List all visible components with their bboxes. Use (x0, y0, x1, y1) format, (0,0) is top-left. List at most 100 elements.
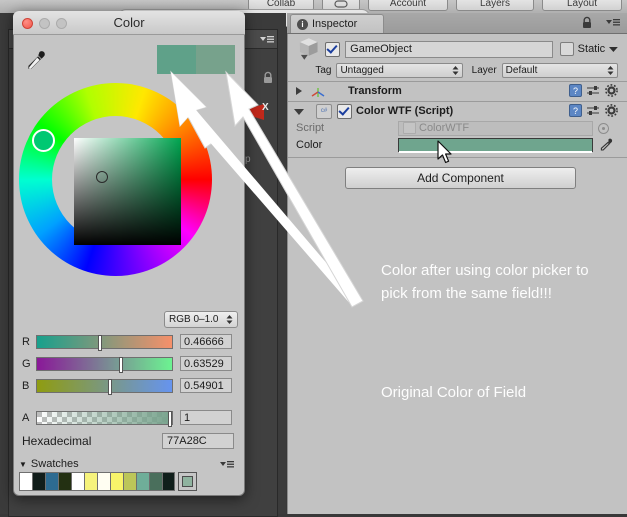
cloud-icon (334, 0, 348, 8)
help-icon[interactable]: ? (569, 84, 582, 97)
component-enabled-checkbox[interactable] (337, 103, 352, 119)
eyedropper-tool-icon[interactable] (25, 50, 47, 72)
eyedropper-icon[interactable] (599, 138, 613, 152)
swatches-label: Swatches (30, 458, 79, 470)
chevron-right-icon[interactable] (292, 86, 306, 96)
swatch-item[interactable] (84, 472, 97, 491)
component-header-colorwtf[interactable]: c# Color WTF (Script) ? (292, 102, 622, 120)
slider-knob-g[interactable] (119, 356, 124, 373)
swatches-header[interactable]: ▼ Swatches (19, 457, 235, 471)
color-preview-new[interactable] (157, 45, 196, 74)
slider-knob-r[interactable] (97, 334, 102, 351)
layers-button[interactable]: Layers (456, 0, 534, 11)
slider-value-a[interactable]: 1 (180, 410, 232, 425)
swatch-item[interactable] (32, 472, 45, 491)
color-preview[interactable] (157, 45, 235, 74)
swatch-item[interactable] (97, 472, 110, 491)
svg-text:?: ? (573, 86, 578, 96)
slider-row-a: A 1 (22, 409, 234, 427)
gear-icon[interactable] (605, 104, 618, 117)
layer-label: Layer (471, 64, 497, 76)
gameobject-header: GameObject Static (296, 38, 618, 60)
slider-knob-a[interactable] (168, 410, 172, 427)
tab-inspector[interactable]: i Inspector (290, 14, 384, 33)
swatch-item[interactable] (71, 472, 84, 491)
gameobject-enabled-checkbox[interactable] (325, 41, 341, 57)
saturation-value-square[interactable] (74, 138, 181, 245)
stepper-arrows-icon (226, 315, 233, 324)
color-preview-original[interactable] (196, 45, 235, 74)
csharp-script-icon (403, 122, 416, 134)
layout-button[interactable]: Layout (542, 0, 622, 11)
swatch-item[interactable] (58, 472, 71, 491)
static-checkbox[interactable] (559, 42, 574, 56)
slider-value-b[interactable]: 0.54901 (180, 378, 232, 393)
slider-knob-b[interactable] (108, 378, 113, 395)
stepper-arrows-icon (452, 65, 459, 75)
preset-icon[interactable] (587, 85, 600, 97)
preset-icon[interactable] (587, 105, 600, 117)
slider-row-r: R 0.46666 (22, 333, 234, 351)
color-window-titlebar[interactable]: Color (13, 11, 245, 35)
svg-text:?: ? (573, 106, 578, 116)
slider-label-a: A (22, 411, 30, 424)
tag-label: Tag (315, 64, 332, 76)
panel-menu-icon[interactable] (259, 34, 275, 44)
color-field-swatch[interactable] (398, 138, 593, 153)
tag-dropdown[interactable]: Untagged (336, 62, 463, 78)
swatch-selected[interactable] (178, 472, 197, 491)
gameobject-name-input[interactable]: GameObject (345, 40, 553, 58)
annotation-text-original-color: Original Color of Field (381, 384, 527, 401)
component-title-transform: Transform (348, 85, 402, 97)
chevron-down-icon[interactable] (609, 46, 618, 52)
swatch-selected-color (182, 476, 193, 487)
component-title-colorwtf: Color WTF (Script) (356, 105, 454, 117)
stepper-arrows-icon (607, 65, 614, 75)
swatches-strip (19, 472, 175, 491)
info-icon: i (297, 18, 308, 30)
hexadecimal-label: Hexadecimal (22, 433, 92, 448)
lock-icon[interactable] (262, 71, 274, 84)
swatch-item[interactable] (162, 472, 175, 491)
slider-track-g[interactable] (36, 356, 173, 373)
tab-inspector-label: Inspector (312, 18, 358, 30)
swatch-item[interactable] (149, 472, 162, 491)
tag-layer-row: Tag Untagged Layer Default (296, 62, 618, 78)
slider-track-b[interactable] (36, 378, 173, 395)
slider-label-b: B (22, 379, 30, 392)
slider-value-g[interactable]: 0.63529 (180, 356, 232, 371)
layer-dropdown-value: Default (505, 64, 538, 76)
gameobject-cube-icon (299, 38, 318, 60)
help-icon[interactable]: ? (569, 104, 582, 117)
swatch-item[interactable] (45, 472, 58, 491)
annotation-text-new-color: Color after using color picker to pick f… (381, 262, 589, 302)
inspector-lock-icon[interactable] (581, 16, 593, 29)
color-mode-dropdown[interactable]: RGB 0–1.0 (164, 311, 238, 328)
swatch-item[interactable] (110, 472, 123, 491)
script-field-row: Script ColorWTF (296, 120, 622, 136)
object-picker-icon[interactable] (598, 122, 609, 134)
hue-wheel-handle[interactable] (32, 129, 55, 152)
chevron-down-icon[interactable]: ▼ (19, 460, 27, 469)
mouse-cursor-icon (437, 140, 452, 164)
chevron-down-icon[interactable] (292, 106, 306, 116)
gear-icon[interactable] (605, 84, 618, 97)
inspector-menu-icon[interactable] (605, 17, 621, 27)
slider-value-r[interactable]: 0.46666 (180, 334, 232, 349)
script-object-field[interactable]: ColorWTF (398, 120, 593, 136)
color-window-title: Color (113, 15, 145, 30)
account-button[interactable]: Account (368, 0, 448, 11)
static-label: Static (577, 43, 606, 55)
layer-dropdown[interactable]: Default (501, 62, 618, 78)
swatch-item[interactable] (136, 472, 149, 491)
color-label: Color (296, 139, 323, 151)
hexadecimal-input[interactable]: 77A28C (162, 432, 234, 449)
swatch-item[interactable] (123, 472, 136, 491)
saturation-value-handle[interactable] (96, 171, 108, 183)
slider-track-r[interactable] (36, 334, 173, 351)
slider-track-a[interactable] (36, 410, 173, 427)
add-component-button[interactable]: Add Component (345, 167, 576, 189)
component-header-transform[interactable]: Transform ? (292, 82, 622, 100)
swatch-item[interactable] (19, 472, 32, 491)
swatches-menu-icon[interactable] (219, 459, 235, 469)
